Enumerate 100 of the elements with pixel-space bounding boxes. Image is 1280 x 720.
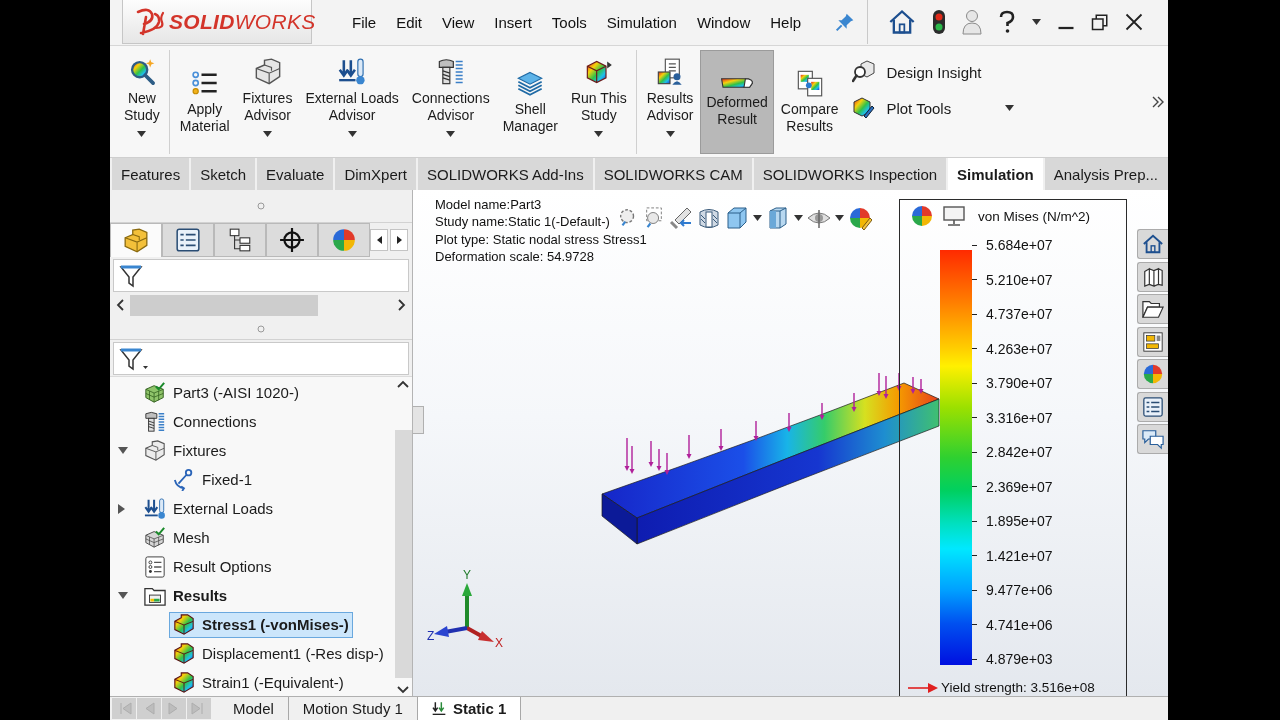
caret-icon[interactable] (794, 215, 803, 221)
tree-item[interactable]: Fixtures (140, 437, 231, 464)
tree-item[interactable]: External Loads (140, 495, 278, 522)
command-tab[interactable]: SOLIDWORKS CAM (594, 158, 752, 190)
study-tab[interactable]: Static 1 (417, 697, 522, 720)
pin-icon[interactable] (835, 12, 856, 32)
task-pane-tab[interactable] (1137, 326, 1168, 357)
caret-down-icon[interactable] (118, 592, 128, 599)
ribbon-button[interactable]: New Study (118, 50, 166, 154)
command-tab[interactable]: Simulation (948, 158, 1043, 190)
ribbon-button[interactable]: External Loads Advisor (299, 50, 405, 154)
ribbon-button[interactable]: Fixtures Advisor (236, 50, 299, 154)
plot-info-text: Study name:Static 1(-Default-) (435, 213, 610, 231)
yield-strength-text: Yield strength: 3.516e+08 (941, 680, 1095, 695)
caret-icon[interactable] (137, 131, 147, 137)
caret-icon[interactable] (1005, 105, 1015, 111)
menu-item[interactable]: Window (686, 7, 761, 37)
tree-item[interactable]: Results (140, 582, 232, 609)
ribbon-button[interactable]: Deformed Result (700, 50, 774, 154)
scrollbar-thumb[interactable] (130, 294, 318, 316)
tree-item[interactable]: Connections (140, 408, 261, 435)
menu-item[interactable]: Insert (484, 7, 542, 37)
help-icon[interactable] (998, 10, 1017, 34)
monitor-icon[interactable] (942, 204, 966, 228)
ribbon-button[interactable]: Results Advisor (640, 50, 700, 154)
chevron-down-icon[interactable] (397, 686, 409, 694)
traffic-light-icon[interactable] (932, 9, 947, 35)
menu-item[interactable]: Simulation (596, 7, 687, 37)
user-icon[interactable] (962, 9, 983, 35)
menu-item[interactable]: Tools (541, 7, 597, 37)
color-ball-pencil-icon[interactable] (848, 206, 872, 230)
tree-item[interactable]: Stress1 (-vonMises-) (169, 611, 353, 638)
zoom-area-icon[interactable] (643, 207, 665, 229)
color-ball-icon[interactable] (910, 204, 934, 228)
filter-field[interactable] (113, 342, 409, 375)
caret-icon[interactable] (753, 215, 762, 221)
ribbon-button[interactable]: Connections Advisor (405, 50, 496, 154)
funnel-caret-icon (119, 346, 149, 371)
caret-icon[interactable] (446, 131, 456, 137)
cube-icon[interactable] (766, 206, 790, 230)
caret-icon[interactable] (263, 131, 272, 137)
tree-item[interactable]: Strain1 (-Equivalent-) (169, 669, 348, 696)
panel-tab[interactable] (162, 223, 214, 257)
command-tab[interactable]: Sketch (191, 158, 256, 190)
tree-item[interactable]: Displacement1 (-Res disp-) (169, 640, 388, 667)
menu-item[interactable]: Edit (386, 7, 433, 37)
filter-field[interactable] (113, 259, 409, 292)
ribbon-tool-button[interactable]: Plot Tools (850, 94, 1017, 122)
caret-icon[interactable] (665, 131, 675, 137)
tree-item[interactable]: Result Options (140, 553, 276, 580)
tree-item[interactable]: Fixed-1 (169, 466, 257, 493)
command-tab[interactable]: Evaluate (257, 158, 334, 190)
arrow-right-icon (908, 682, 938, 693)
menu-item[interactable]: Help (760, 7, 812, 37)
ribbon-button[interactable]: Apply Material (173, 50, 236, 154)
chevron-up-icon[interactable] (397, 380, 409, 388)
close-icon[interactable] (1125, 13, 1144, 31)
block-icon (253, 58, 282, 86)
ribbon-button[interactable]: Run This Study (564, 50, 633, 154)
caret-down-icon[interactable] (118, 447, 128, 454)
command-tab[interactable]: SOLIDWORKS Add-Ins (417, 158, 593, 190)
caret-icon[interactable] (347, 131, 357, 137)
menu-item[interactable]: File (342, 7, 387, 37)
command-tab[interactable]: Analysis Prep... (1044, 158, 1168, 190)
block-icon (144, 439, 166, 462)
task-pane-tab[interactable] (1137, 294, 1168, 324)
scroll-right-button[interactable] (390, 229, 408, 251)
ribbon-button[interactable]: Compare Results (774, 50, 845, 154)
command-tab[interactable]: Features (112, 158, 190, 190)
chevrons-right-icon[interactable] (1152, 96, 1164, 108)
ribbon-tool-button[interactable]: Design Insight (850, 58, 1017, 86)
menu-item[interactable]: View (432, 7, 485, 37)
task-pane-tab[interactable] (1137, 391, 1168, 422)
panel-tab[interactable] (266, 223, 318, 257)
task-pane-tab[interactable] (1137, 229, 1168, 259)
panel-toggle[interactable] (413, 406, 424, 434)
caret-right-icon[interactable] (118, 503, 125, 514)
section-icon[interactable] (697, 206, 721, 230)
study-tab[interactable]: Motion Study 1 (288, 697, 418, 720)
bar-arrow-icon[interactable] (669, 206, 693, 230)
home-icon[interactable] (888, 8, 917, 36)
command-tab[interactable]: SOLIDWORKS Inspection (753, 158, 947, 190)
task-pane-tab[interactable] (1137, 261, 1168, 292)
cube-icon[interactable] (725, 206, 749, 230)
splitter-grip-icon[interactable] (257, 324, 265, 333)
command-tab[interactable]: DimXpert (335, 158, 416, 190)
tree-item[interactable]: Mesh (140, 524, 214, 551)
splitter-grip-icon[interactable] (257, 202, 265, 210)
restore-icon[interactable] (1091, 13, 1110, 31)
chevron-right-icon[interactable] (398, 299, 406, 311)
scroll-left-button[interactable] (370, 229, 388, 251)
caret-icon[interactable] (835, 215, 844, 221)
panel-tab[interactable] (214, 223, 266, 257)
scrollbar-thumb[interactable] (394, 430, 412, 678)
caret-icon[interactable] (1032, 19, 1042, 25)
ribbon-button[interactable]: Shell Manager (496, 50, 564, 154)
study-tab[interactable]: Model (219, 697, 289, 720)
chevron-left-icon[interactable] (116, 299, 124, 311)
caret-icon[interactable] (594, 131, 604, 137)
tree-item[interactable]: Part3 (-AISI 1020-) (140, 379, 303, 406)
